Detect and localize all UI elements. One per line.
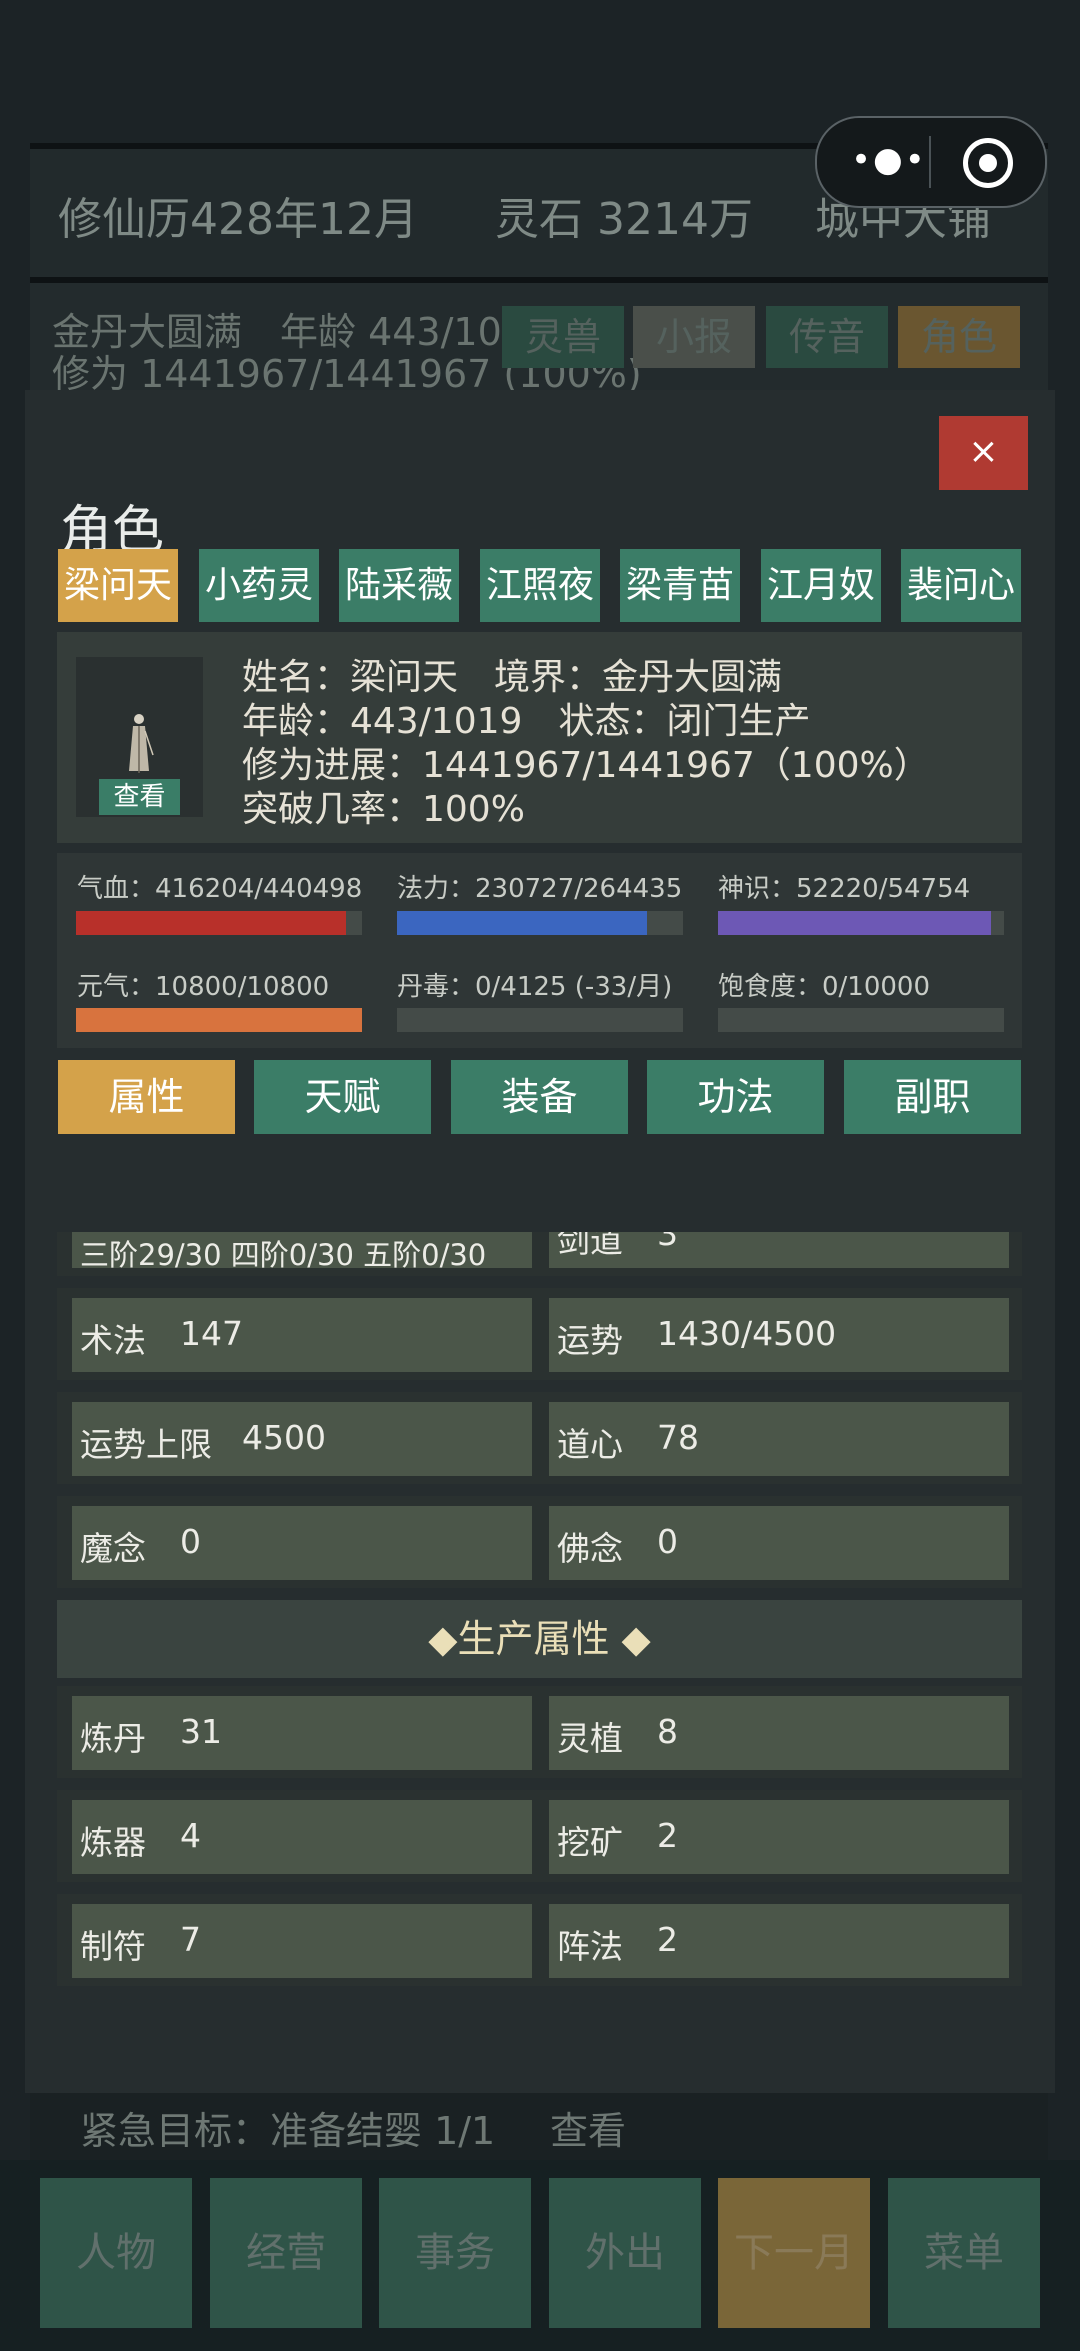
mp-bar-fill xyxy=(397,911,647,935)
character-tab-4[interactable]: 江照夜 xyxy=(480,549,600,622)
attr-value: 0 xyxy=(180,1522,201,1561)
attribute-cell-partial-right: 剑道 3 xyxy=(549,1232,1009,1268)
tab-equipment[interactable]: 装备 xyxy=(451,1060,628,1134)
attr-value: 7 xyxy=(180,1920,201,1959)
cultivator-figure-icon xyxy=(129,714,154,773)
production-cell: 炼器 4 xyxy=(72,1800,532,1874)
attr-key: 佛念 xyxy=(557,1529,623,1568)
attr-value: 31 xyxy=(180,1712,222,1751)
bg-tab-pets: 灵兽 xyxy=(502,306,624,368)
attr-key: 炼丹 xyxy=(80,1719,146,1758)
hp-label: 气血：416204/440498 xyxy=(77,874,363,904)
attr-value: 78 xyxy=(657,1418,699,1457)
bg-tab-message: 传音 xyxy=(766,306,888,368)
nav-affairs[interactable]: 事务 xyxy=(379,2178,531,2328)
tab-side-jobs[interactable]: 副职 xyxy=(844,1060,1021,1134)
nav-next-month[interactable]: 下一月 xyxy=(718,2178,870,2328)
bg-tab-role: 角色 xyxy=(898,306,1020,368)
attribute-cell: 道心 78 xyxy=(549,1402,1009,1476)
goal-view-link[interactable]: 查看 xyxy=(550,2100,626,2155)
mp-label: 法力：230727/264435 xyxy=(397,874,683,904)
attr-value: 4500 xyxy=(242,1418,326,1457)
close-button[interactable]: × xyxy=(939,416,1028,490)
capsule-divider xyxy=(929,136,931,188)
character-tab-2[interactable]: 小药灵 xyxy=(199,549,319,622)
attribute-cell: 运势 1430/4500 xyxy=(549,1298,1009,1372)
character-tab-5[interactable]: 梁青苗 xyxy=(620,549,740,622)
goal-text: 紧急目标：准备结婴 1/1 xyxy=(80,2109,496,2153)
attr-value: 3 xyxy=(657,1232,678,1253)
nav-business[interactable]: 经营 xyxy=(210,2178,362,2328)
attr-value: 0 xyxy=(657,1522,678,1561)
nav-character[interactable]: 人物 xyxy=(40,2178,192,2328)
production-section-header: ◆生产属性 ◆ xyxy=(57,1600,1022,1678)
attr-value: 2 xyxy=(657,1920,678,1959)
attr-key: 道心 xyxy=(557,1425,623,1464)
vital-bar xyxy=(76,1008,362,1032)
attr-key: 剑道 xyxy=(557,1232,623,1260)
attr-key: 灵植 xyxy=(557,1719,623,1758)
calendar-text: 修仙历428年12月 xyxy=(58,194,418,245)
character-tab-3[interactable]: 陆采薇 xyxy=(339,549,459,622)
hp-bar xyxy=(76,911,362,935)
attr-value: 1430/4500 xyxy=(657,1314,837,1353)
attribute-cell: 魔念 0 xyxy=(72,1506,532,1580)
production-cell: 挖矿 2 xyxy=(549,1800,1009,1874)
hunger-label: 饱食度：0/10000 xyxy=(718,972,931,1002)
spirit-stones-text: 灵石 3214万 xyxy=(495,194,753,245)
character-tab-6[interactable]: 江月奴 xyxy=(761,549,881,622)
urgent-goal-bar: 紧急目标：准备结婴 1/1 查看 xyxy=(30,2090,1048,2160)
attribute-cell: 佛念 0 xyxy=(549,1506,1009,1580)
soul-label: 神识：52220/54754 xyxy=(718,874,971,904)
hp-bar-fill xyxy=(76,911,347,935)
mp-bar xyxy=(397,911,683,935)
attr-value: 8 xyxy=(657,1712,678,1751)
nav-menu[interactable]: 菜单 xyxy=(888,2178,1040,2328)
attr-key: 运势上限 xyxy=(80,1425,212,1464)
attribute-cell: 运势上限 4500 xyxy=(72,1402,532,1476)
vital-label: 元气：10800/10800 xyxy=(77,972,330,1002)
attr-key: 炼器 xyxy=(80,1823,146,1862)
attr-value: 147 xyxy=(180,1314,243,1353)
view-portrait-button[interactable]: 查看 xyxy=(99,779,180,815)
tab-talents[interactable]: 天赋 xyxy=(254,1060,431,1134)
attr-key: 运势 xyxy=(557,1321,623,1360)
mini-program-capsule: •●• xyxy=(815,116,1047,208)
soul-bar-fill xyxy=(718,911,991,935)
attr-key: 阵法 xyxy=(557,1927,623,1966)
attr-value: 4 xyxy=(180,1816,201,1855)
attr-key: 挖矿 xyxy=(557,1823,623,1862)
poison-bar xyxy=(397,1008,683,1032)
soul-bar xyxy=(718,911,1004,935)
target-circle-icon[interactable] xyxy=(963,138,1013,188)
hunger-bar xyxy=(718,1008,1004,1032)
production-cell: 阵法 2 xyxy=(549,1904,1009,1978)
more-dots-icon[interactable]: •●• xyxy=(851,140,927,180)
vital-bar-fill xyxy=(76,1008,362,1032)
nav-travel[interactable]: 外出 xyxy=(549,2178,701,2328)
tab-attributes[interactable]: 属性 xyxy=(58,1060,235,1134)
production-cell: 灵植 8 xyxy=(549,1696,1009,1770)
attr-value: 2 xyxy=(657,1816,678,1855)
grade-progress-text: 三阶29/30 四阶0/30 五阶0/30 xyxy=(80,1238,487,1268)
attribute-cell-partial-left: 三阶29/30 四阶0/30 五阶0/30 xyxy=(72,1232,532,1268)
attribute-cell: 术法 147 xyxy=(72,1298,532,1372)
character-tab-7[interactable]: 裴问心 xyxy=(901,549,1021,622)
production-cell: 炼丹 31 xyxy=(72,1696,532,1770)
attr-key: 术法 xyxy=(80,1321,146,1360)
character-tab-1[interactable]: 梁问天 xyxy=(58,549,178,622)
poison-label: 丹毒：0/4125 (-33/月) xyxy=(397,972,673,1002)
attr-key: 魔念 xyxy=(80,1529,146,1568)
tab-techniques[interactable]: 功法 xyxy=(647,1060,824,1134)
production-cell: 制符 7 xyxy=(72,1904,532,1978)
bg-tab-news: 小报 xyxy=(633,306,755,368)
breakthrough-chance-line: 突破几率：100% xyxy=(242,789,525,830)
attr-key: 制符 xyxy=(80,1927,146,1966)
